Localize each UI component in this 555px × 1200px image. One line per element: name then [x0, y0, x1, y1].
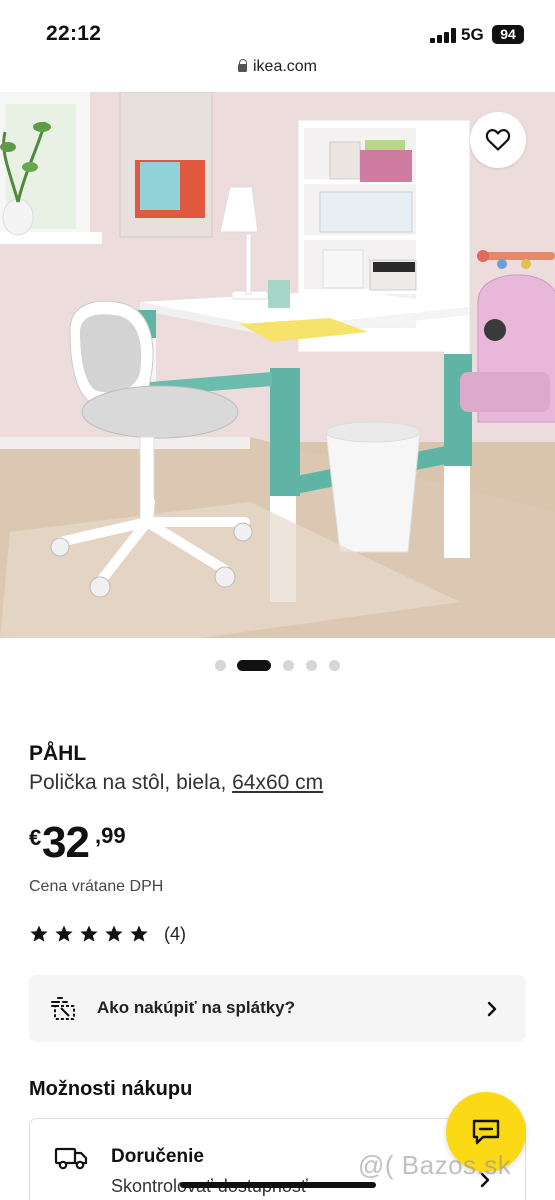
url-bar[interactable]: ikea.com	[0, 58, 555, 84]
purchase-options-title: Možnosti nákupu	[29, 1078, 193, 1100]
chevron-right-icon	[487, 1001, 497, 1017]
vat-note: Cena vrátane DPH	[29, 878, 164, 895]
star-icon	[55, 925, 73, 942]
home-indicator	[180, 1182, 376, 1188]
watermark: @( Bazos.sk	[358, 1150, 512, 1180]
signal-icon	[430, 27, 456, 43]
heart-icon	[485, 129, 511, 151]
price-currency: €	[29, 825, 42, 850]
star-icon	[30, 925, 48, 942]
price-cents: ,99	[95, 823, 126, 848]
star-icon	[130, 925, 148, 942]
favorite-button[interactable]	[470, 112, 526, 168]
product-rating[interactable]: (4)	[29, 923, 186, 945]
star-icon	[80, 925, 98, 942]
installment-icon	[51, 997, 75, 1020]
star-icon	[105, 925, 123, 942]
status-time: 22:12	[46, 22, 102, 45]
carousel-dot[interactable]	[215, 660, 226, 671]
url-text: ikea.com	[252, 58, 318, 75]
carousel-dot[interactable]	[283, 660, 294, 671]
delivery-title: Doručenie	[111, 1146, 204, 1167]
lock-icon	[237, 59, 248, 72]
installment-info-button[interactable]: Ako nakúpiť na splátky?	[29, 975, 526, 1042]
installment-label: Ako nakúpiť na splátky?	[97, 998, 296, 1017]
product-description: Polička na stôl, biela, 64x60 cm	[29, 771, 323, 795]
carousel-dot-active[interactable]	[237, 660, 271, 671]
review-count[interactable]: (4)	[164, 924, 186, 945]
chat-icon	[472, 1119, 500, 1145]
carousel-indicator[interactable]	[0, 660, 555, 672]
truck-icon	[54, 1147, 88, 1170]
product-photo	[0, 92, 555, 638]
product-image[interactable]	[0, 92, 555, 638]
price-whole: 32	[42, 818, 90, 867]
product-size-link[interactable]: 64x60 cm	[232, 771, 323, 794]
product-name: PÅHL	[29, 742, 87, 765]
status-bar: 22:12 5G 94	[0, 0, 555, 62]
product-description-text: Polička na stôl, biela,	[29, 771, 233, 794]
carousel-dot[interactable]	[329, 660, 340, 671]
carousel-dot[interactable]	[306, 660, 317, 671]
network-label: 5G	[461, 25, 484, 44]
battery-icon: 94	[492, 25, 524, 44]
